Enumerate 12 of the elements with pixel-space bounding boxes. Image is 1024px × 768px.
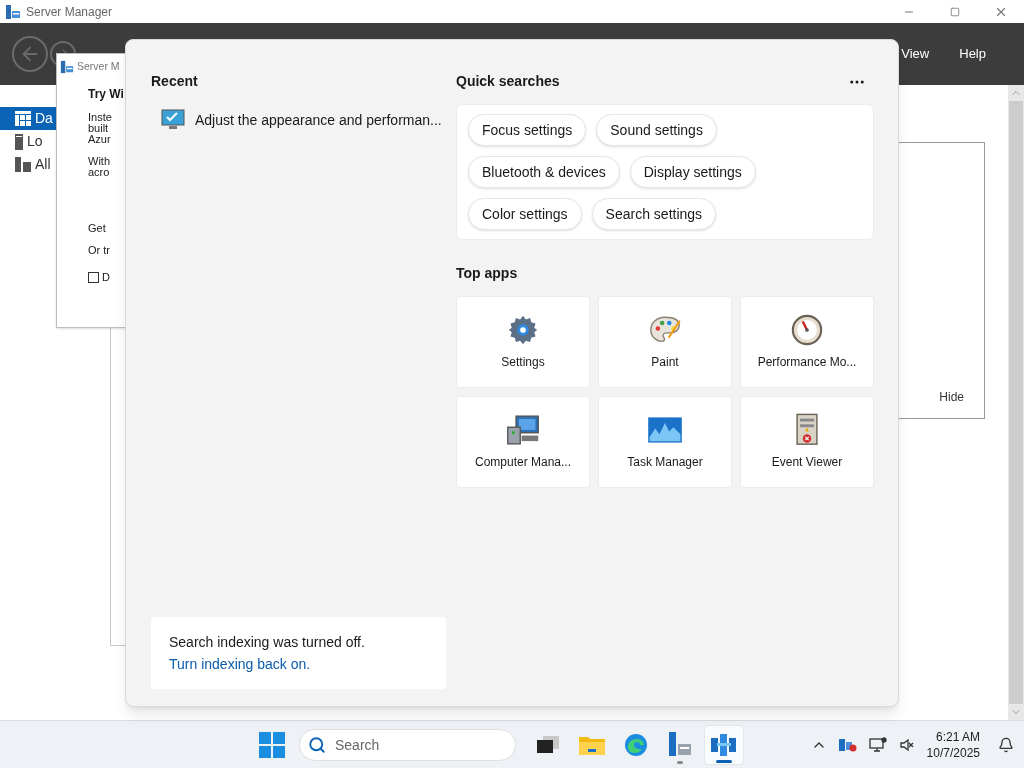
section-heading: Top apps bbox=[456, 264, 519, 283]
dialog-text: Get bbox=[88, 223, 107, 234]
dialog-text: Or tr bbox=[88, 245, 111, 256]
checkbox-label: D bbox=[102, 272, 110, 283]
section-heading: Quick searches bbox=[456, 72, 560, 91]
window-title: Server Manager bbox=[26, 3, 113, 21]
section-heading: Recent bbox=[151, 72, 199, 91]
dialog-paragraph: With acro bbox=[88, 156, 111, 178]
notice-text: Search indexing was turned off. bbox=[169, 633, 366, 652]
dialog-heading: Try Wi bbox=[88, 89, 125, 100]
dialog-paragraph: Inste built Azur bbox=[88, 112, 113, 145]
dialog-title: Server M bbox=[77, 59, 120, 75]
